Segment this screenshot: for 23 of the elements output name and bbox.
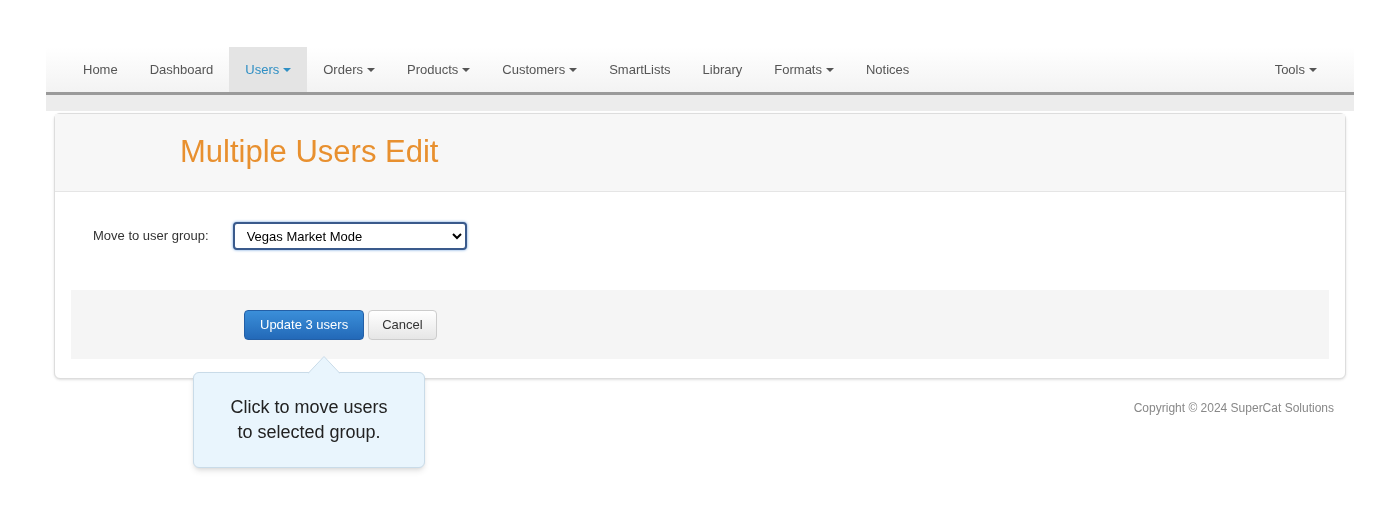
nav-tab[interactable]: Dashboard bbox=[133, 47, 230, 92]
nav-tab[interactable]: Tools bbox=[1258, 47, 1333, 92]
cancel-button[interactable]: Cancel bbox=[368, 309, 437, 340]
caret-icon bbox=[569, 67, 578, 72]
nav-tab[interactable]: Products bbox=[391, 47, 487, 92]
caret-icon bbox=[462, 67, 471, 72]
update-button[interactable]: Update 3 users bbox=[244, 309, 365, 340]
nav-tab[interactable]: Notices bbox=[850, 47, 926, 92]
nav-tab[interactable]: Formats bbox=[758, 47, 850, 92]
nav-tab[interactable]: Home bbox=[67, 47, 134, 92]
nav-tab[interactable]: Orders bbox=[307, 47, 391, 92]
caret-icon bbox=[1309, 67, 1317, 72]
field-label: Move to user group: bbox=[93, 227, 209, 246]
tooltip-text: Click to move users to selected group. bbox=[229, 396, 389, 444]
copyright-text: Copyright © 2024 SuperCat Solutions bbox=[1133, 400, 1334, 417]
caret-icon bbox=[826, 67, 834, 72]
nav-tab[interactable]: Customers bbox=[486, 47, 594, 92]
page-title: Multiple Users Edit bbox=[180, 133, 439, 172]
nav-tab[interactable]: Library bbox=[686, 47, 759, 92]
caret-icon bbox=[283, 67, 292, 72]
user-group-select[interactable]: Vegas Market Mode bbox=[232, 222, 467, 250]
nav-tab[interactable]: SmartLists bbox=[593, 47, 687, 92]
caret-icon bbox=[367, 67, 375, 72]
